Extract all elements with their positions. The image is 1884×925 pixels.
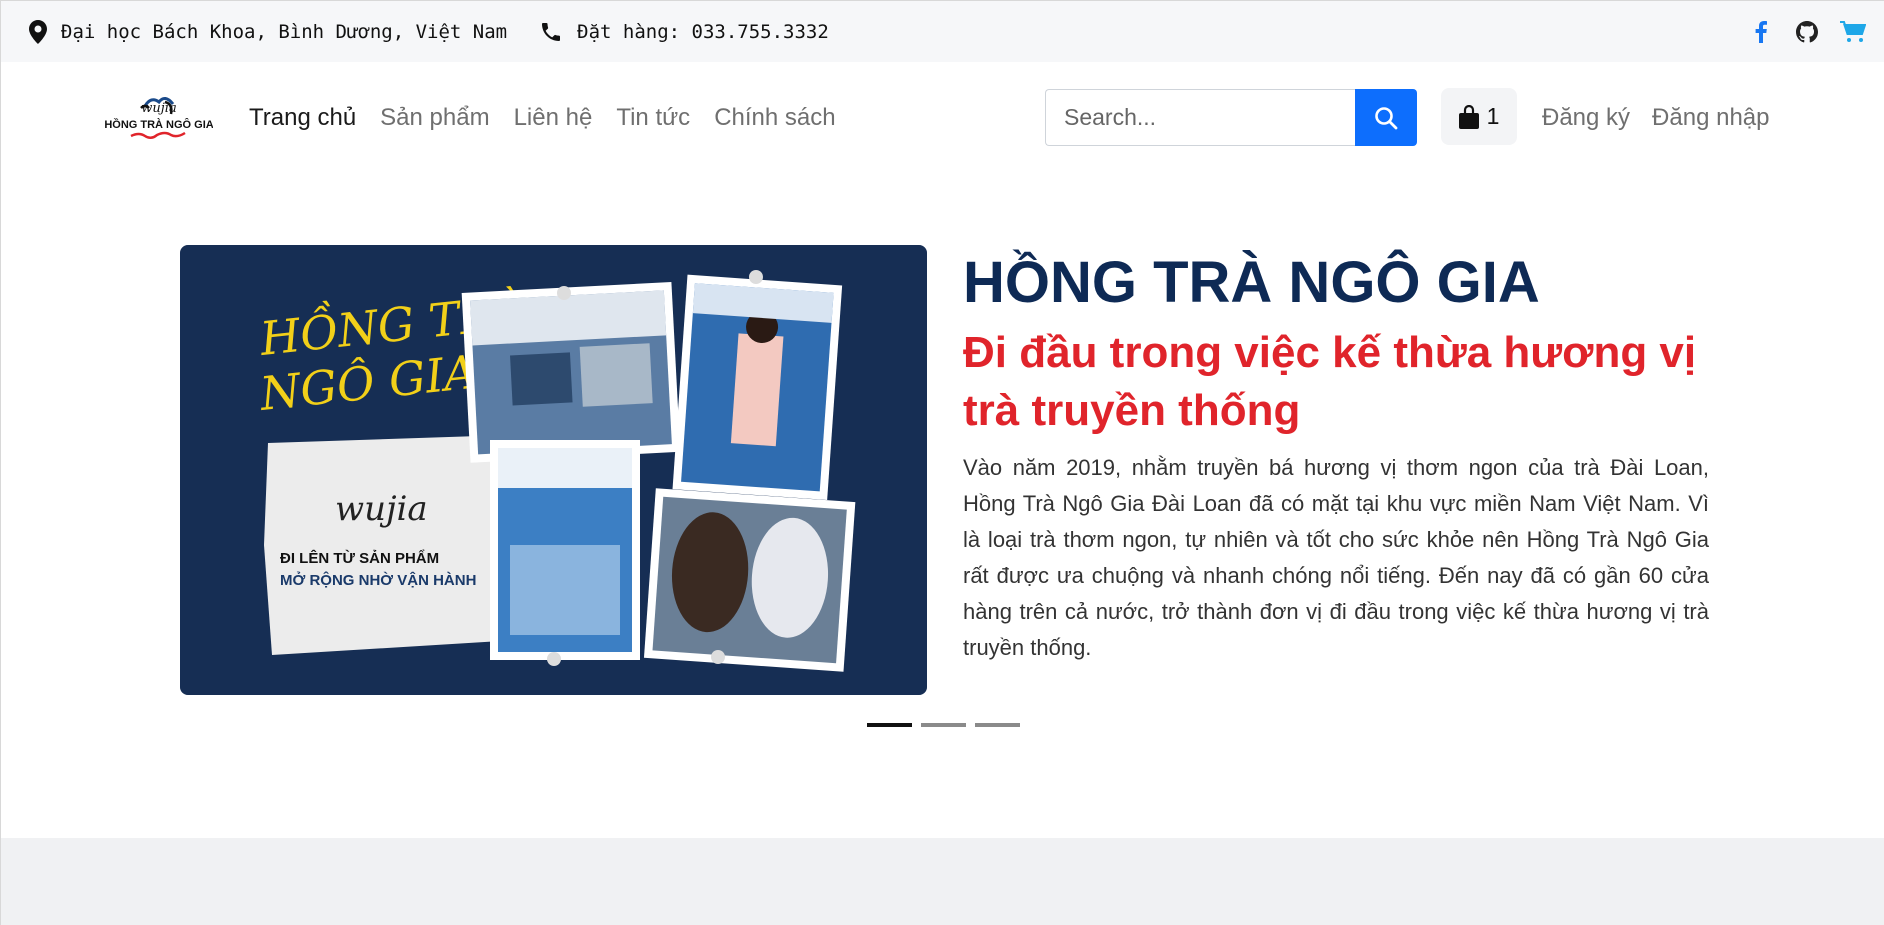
nav-news[interactable]: Tin tức [616, 104, 690, 132]
banner-slogan-1: ĐI LÊN TỪ SẢN PHẨM [280, 549, 439, 567]
nav-contact[interactable]: Liên hệ [514, 104, 593, 132]
facebook-icon[interactable] [1748, 19, 1774, 45]
address-text: Đại học Bách Khoa, Bình Dương, Việt Nam [61, 20, 508, 43]
hero-subtitle: Đi đầu trong việc kế thừa hương vị trà t… [963, 328, 1697, 435]
nav-policy[interactable]: Chính sách [714, 104, 835, 132]
hero-description: Vào năm 2019, nhằm truyền bá hương vị th… [963, 455, 1709, 660]
carousel-indicator-2[interactable] [921, 723, 966, 727]
main-navbar: wujia HỒNG TRÀ NGÔ GIA Trang chủ Sản phẩ… [0, 62, 1884, 178]
carousel-indicators [867, 723, 1020, 727]
search-icon [1375, 106, 1398, 129]
phone-icon [542, 22, 561, 41]
top-info-bar: Đại học Bách Khoa, Bình Dương, Việt Nam … [0, 0, 1884, 62]
register-link[interactable]: Đăng ký [1542, 104, 1630, 132]
search-button[interactable] [1355, 89, 1417, 146]
page-footer-area [0, 838, 1884, 925]
carousel-indicator-1[interactable] [867, 723, 912, 727]
hero-text-block: HỒNG TRÀ NGÔ GIA Đi đầu trong việc kế th… [963, 250, 1709, 666]
address-info: Đại học Bách Khoa, Bình Dương, Việt Nam [29, 19, 508, 44]
cart-button[interactable]: 1 [1441, 88, 1517, 145]
shopping-bag-icon [1458, 104, 1479, 129]
banner-slogan-2: MỞ RỘNG NHỜ VẬN HÀNH [280, 571, 476, 589]
social-links [1748, 19, 1866, 45]
hero-carousel: HỒNG TRÀ NGÔ GIA wujia ĐI LÊN TỪ SẢN PHẨ… [0, 178, 1884, 838]
banner-brand: wujia [335, 489, 428, 529]
hero-title: HỒNG TRÀ NGÔ GIA [963, 250, 1540, 315]
logo-text: HỒNG TRÀ NGÔ GIA [105, 118, 213, 131]
carousel-indicator-3[interactable] [975, 723, 1020, 727]
map-pin-icon [29, 19, 47, 44]
nav-links: Trang chủ Sản phẩm Liên hệ Tin tức Chính… [249, 104, 836, 132]
logo-brand-text: wujia [141, 101, 176, 116]
github-icon[interactable] [1794, 19, 1820, 45]
login-link[interactable]: Đăng nhập [1652, 104, 1769, 132]
cart-icon[interactable] [1840, 19, 1866, 45]
brand-logo[interactable]: wujia HỒNG TRÀ NGÔ GIA [104, 92, 214, 148]
nav-products[interactable]: Sản phẩm [380, 104, 489, 132]
search-form [1045, 89, 1417, 146]
nav-home[interactable]: Trang chủ [249, 104, 356, 132]
phone-text: Đặt hàng: 033.755.3332 [577, 20, 829, 43]
auth-links: Đăng ký Đăng nhập [1542, 104, 1769, 132]
hero-banner-image: HỒNG TRÀ NGÔ GIA wujia ĐI LÊN TỪ SẢN PHẨ… [180, 245, 927, 695]
search-input[interactable] [1045, 89, 1355, 146]
phone-info: Đặt hàng: 033.755.3332 [539, 20, 829, 44]
cart-count: 1 [1486, 103, 1500, 129]
